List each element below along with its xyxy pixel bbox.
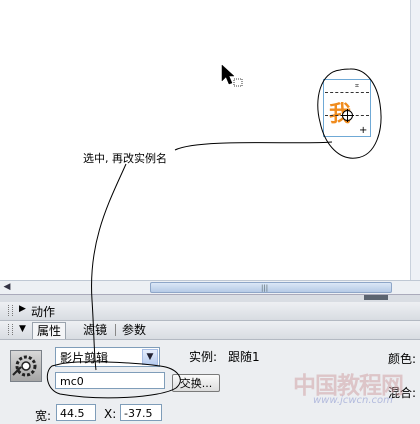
scroll-left-icon[interactable]: ◀ [2, 282, 12, 293]
properties-panel-header: ▼ 属性 滤镜 参数 [0, 321, 420, 340]
vertical-scrollbar[interactable] [410, 0, 420, 280]
instance-of-value: 跟随1 [228, 350, 260, 364]
panel-grip-icon[interactable] [8, 324, 13, 335]
width-label: 宽: [35, 409, 52, 423]
color-label: 颜色: [388, 352, 417, 366]
tab-filters[interactable]: 滤镜 [79, 322, 111, 338]
registration-point-icon [341, 109, 354, 122]
actions-panel-header[interactable]: ▶ 动作 [0, 302, 420, 321]
symbol-type-select[interactable]: 影片剪辑 ▼ [55, 347, 160, 367]
stage-canvas[interactable]: ⌗ 我 + 选中, 再改实例名 [0, 0, 420, 280]
x-input[interactable]: -37.5 [120, 404, 162, 421]
tab-divider [115, 324, 116, 336]
horizontal-scrollbar[interactable]: ◀ ||| [0, 280, 420, 294]
tag-icon: ⌗ [355, 82, 359, 90]
expand-arrow-icon[interactable]: ▶ [19, 304, 26, 314]
instance-of-label: 实例: [189, 350, 218, 364]
grip-icon: ||| [261, 284, 269, 292]
width-input[interactable]: 44.5 [56, 404, 96, 421]
movieclip-instance[interactable]: ⌗ 我 + [323, 79, 371, 137]
guide-line [325, 92, 369, 93]
transform-point-icon: + [359, 125, 368, 136]
scroll-thumb[interactable]: ||| [150, 282, 392, 293]
panel-grip-icon[interactable] [8, 305, 13, 316]
symbol-type-value: 影片剪辑 [60, 351, 109, 365]
chevron-down-icon[interactable]: ▼ [142, 349, 158, 365]
watermark-url: www.jcwcn.com [313, 395, 393, 406]
movieclip-symbol-icon [10, 350, 42, 382]
tab-properties[interactable]: 属性 [32, 322, 67, 339]
panel-splitter[interactable] [0, 294, 420, 302]
instance-name-input[interactable]: mc0 [55, 372, 165, 389]
arrow-cursor-icon [221, 64, 243, 87]
splitter-handle[interactable] [364, 295, 388, 300]
x-label: X: [104, 407, 117, 421]
callout-text: 选中, 再改实例名 [83, 152, 167, 165]
tab-parameters[interactable]: 参数 [118, 322, 150, 338]
swap-button[interactable]: 交换... [172, 374, 220, 392]
actions-panel-title[interactable]: 动作 [31, 303, 55, 320]
watermark: 中国教程网 www.jcwcn.com [293, 366, 420, 424]
collapse-arrow-icon[interactable]: ▼ [19, 324, 26, 334]
